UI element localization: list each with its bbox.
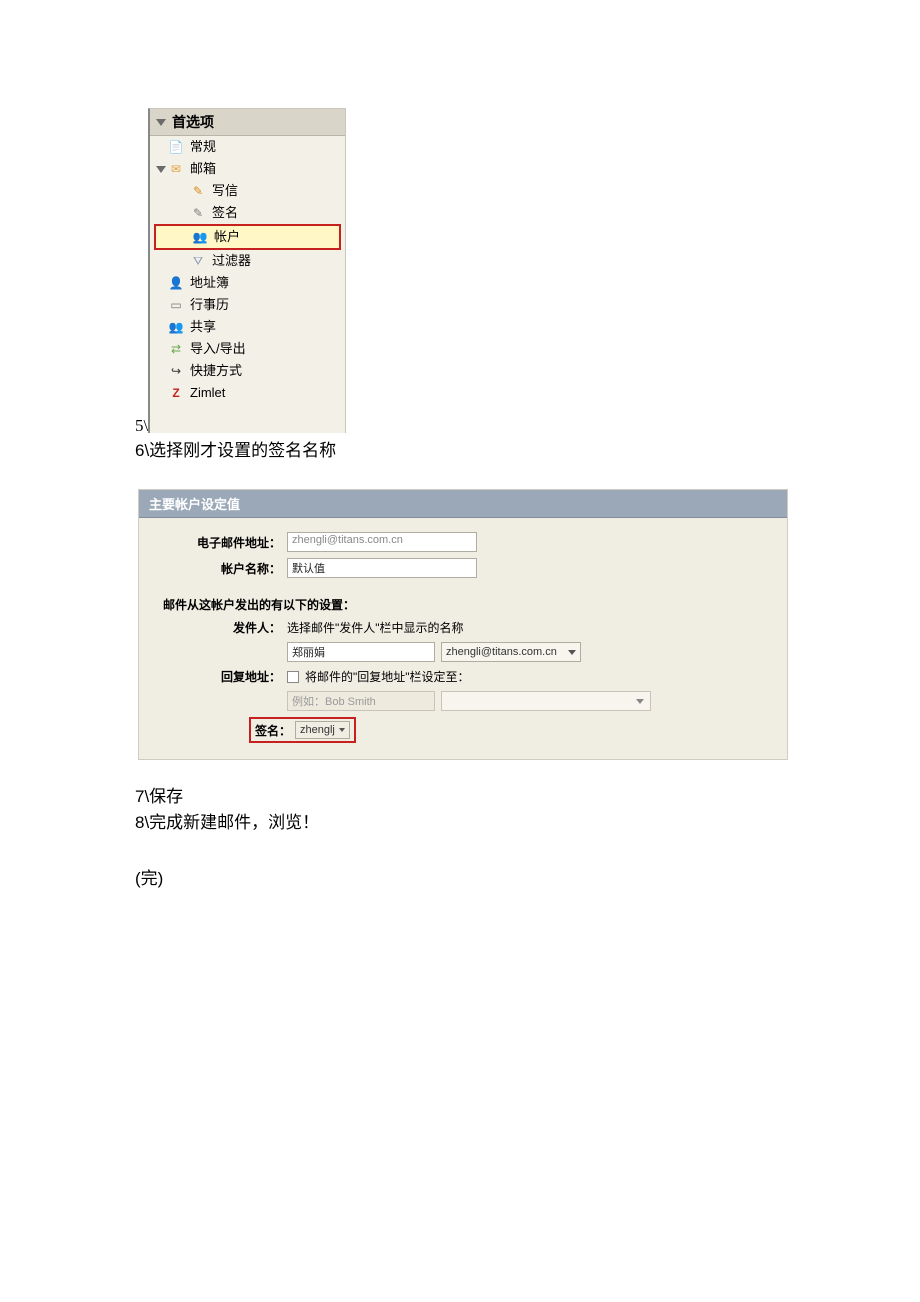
sidebar-item-label: 帐户 — [214, 228, 240, 246]
shortcut-icon: ↪ — [168, 363, 184, 379]
expand-icon — [156, 166, 166, 173]
contact-icon: 👤 — [168, 275, 184, 291]
sidebar-item-label: 过滤器 — [212, 252, 251, 270]
checkbox-reply[interactable] — [287, 671, 299, 683]
chevron-down-icon — [339, 728, 345, 732]
input-email[interactable]: zhengli@titans.com.cn — [287, 532, 477, 552]
chevron-down-icon — [568, 650, 576, 655]
sidebar-item-import-export[interactable]: ⇄ 导入/导出 — [150, 338, 345, 360]
account-icon: 👥 — [192, 229, 208, 245]
sidebar-item-label: 共享 — [190, 318, 216, 336]
step-5-number: 5\ — [135, 416, 148, 436]
input-account-name[interactable]: 默认值 — [287, 558, 477, 578]
label-signature: 签名： — [255, 722, 291, 739]
label-email: 电子邮件地址： — [159, 534, 287, 551]
label-reply: 回复地址： — [159, 668, 287, 685]
select-signature-value: zhenglj — [300, 724, 335, 736]
sidebar-item-label: 地址簿 — [190, 274, 229, 292]
import-export-icon: ⇄ — [168, 341, 184, 357]
sidebar-item-label: 写信 — [212, 182, 238, 200]
sidebar-item-mailbox[interactable]: ✉ 邮箱 — [150, 158, 345, 180]
sidebar-item-filter[interactable]: ⛛ 过滤器 — [150, 250, 345, 272]
panel-title: 主要帐户设定值 — [139, 490, 787, 518]
input-reply-name[interactable]: 例如：Bob Smith — [287, 691, 435, 711]
input-sender-name[interactable]: 郑丽娟 — [287, 642, 435, 662]
envelope-icon: ✉ — [168, 161, 184, 177]
label-sender: 发件人： — [159, 619, 287, 636]
select-sender-email[interactable]: zhengli@titans.com.cn — [441, 642, 581, 662]
sidebar-item-label: 快捷方式 — [190, 362, 242, 380]
sidebar-item-signature[interactable]: ✎ 签名 — [150, 202, 345, 224]
sender-description: 选择邮件"发件人"栏中显示的名称 — [287, 619, 464, 636]
select-sender-email-value: zhengli@titans.com.cn — [446, 646, 557, 658]
select-signature[interactable]: zhenglj — [295, 721, 350, 739]
sidebar-item-label: 邮箱 — [190, 160, 216, 178]
row-reply-inputs: 例如：Bob Smith — [159, 691, 767, 711]
calendar-icon: ▭ — [168, 297, 184, 313]
page-icon: 📄 — [168, 139, 184, 155]
sidebar-item-shortcut[interactable]: ↪ 快捷方式 — [150, 360, 345, 382]
reply-checkbox-text: 将邮件的"回复地址"栏设定至： — [305, 668, 470, 685]
sidebar-item-zimlet[interactable]: Z Zimlet — [150, 382, 345, 404]
label-account-name: 帐户名称： — [159, 560, 287, 577]
row-reply: 回复地址： 将邮件的"回复地址"栏设定至： — [159, 668, 767, 685]
step-8-text: 8\完成新建邮件，浏览！ — [135, 810, 920, 836]
pencil-icon: ✎ — [190, 183, 206, 199]
preferences-sidebar-screenshot: 5\ 首选项 📄 常规 ✉ 邮箱 ✎ 写信 ✎ 签名 — [148, 108, 346, 433]
zimlet-icon: Z — [168, 385, 184, 401]
sidebar-item-label: Zimlet — [190, 384, 225, 402]
filter-icon: ⛛ — [190, 253, 206, 269]
select-reply-email[interactable] — [441, 691, 651, 711]
share-icon: 👥 — [168, 319, 184, 335]
signature-icon: ✎ — [190, 205, 206, 221]
chevron-down-icon — [636, 699, 644, 704]
row-account-name: 帐户名称： 默认值 — [159, 558, 767, 578]
sidebar-item-account[interactable]: 👥 帐户 — [154, 224, 341, 250]
after-steps: 7\保存 8\完成新建邮件，浏览！ — [135, 784, 920, 836]
sidebar-item-label: 导入/导出 — [190, 340, 246, 358]
account-settings-panel: 主要帐户设定值 电子邮件地址： zhengli@titans.com.cn 帐户… — [138, 489, 788, 760]
sidebar-item-label: 常规 — [190, 138, 216, 156]
collapse-icon — [156, 119, 166, 126]
sidebar-item-label: 签名 — [212, 204, 238, 222]
sidebar-item-compose[interactable]: ✎ 写信 — [150, 180, 345, 202]
sidebar-header-label: 首选项 — [172, 112, 214, 132]
section-outgoing-header: 邮件从这帐户发出的有以下的设置： — [163, 596, 767, 613]
signature-highlight-box: 签名： zhenglj — [249, 717, 356, 743]
sidebar-item-general[interactable]: 📄 常规 — [150, 136, 345, 158]
row-email: 电子邮件地址： zhengli@titans.com.cn — [159, 532, 767, 552]
step-7-text: 7\保存 — [135, 784, 920, 810]
preferences-sidebar: 首选项 📄 常规 ✉ 邮箱 ✎ 写信 ✎ 签名 👥 帐户 — [148, 108, 346, 433]
sidebar-item-share[interactable]: 👥 共享 — [150, 316, 345, 338]
end-note: (完) — [135, 864, 920, 889]
sidebar-item-calendar[interactable]: ▭ 行事历 — [150, 294, 345, 316]
row-signature: 签名： zhenglj — [159, 717, 767, 743]
row-sender-desc: 发件人： 选择邮件"发件人"栏中显示的名称 — [159, 619, 767, 636]
sidebar-item-address-book[interactable]: 👤 地址簿 — [150, 272, 345, 294]
sidebar-header[interactable]: 首选项 — [150, 109, 345, 136]
step-6-text: 6\选择刚才设置的签名名称 — [135, 436, 920, 461]
row-sender-inputs: 郑丽娟 zhengli@titans.com.cn — [159, 642, 767, 662]
sidebar-item-label: 行事历 — [190, 296, 229, 314]
